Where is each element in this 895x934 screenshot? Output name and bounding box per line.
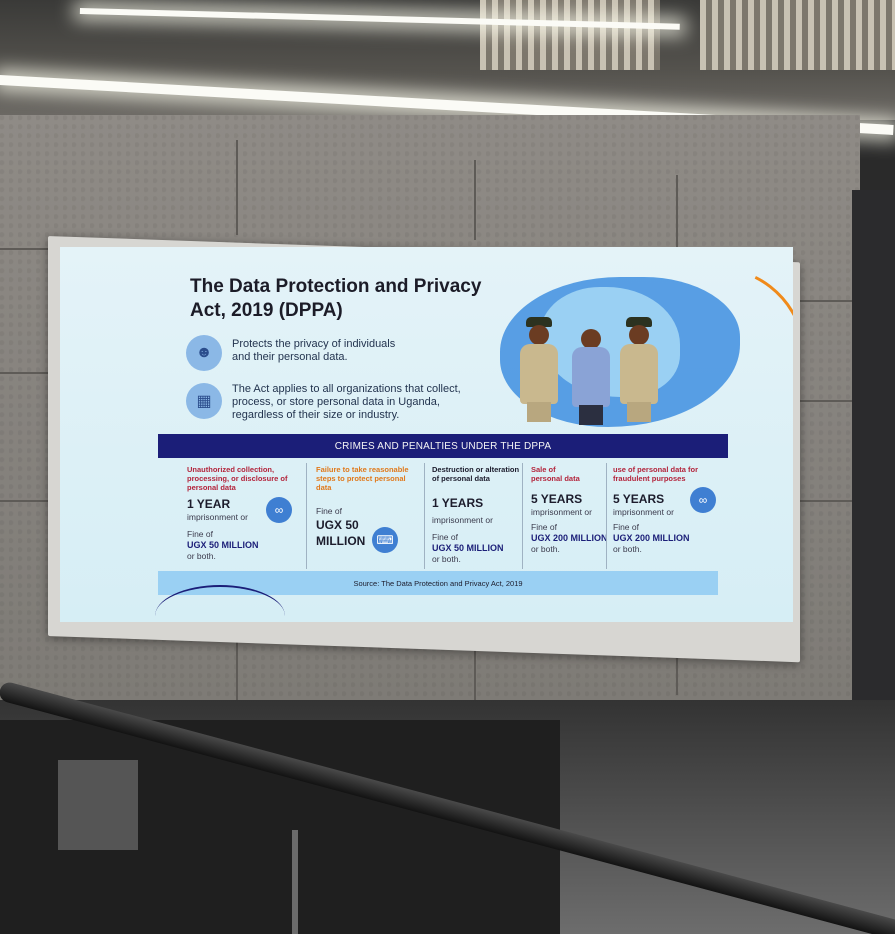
- column-divider: [306, 463, 307, 569]
- handcuffs-icon: ∞: [690, 487, 716, 513]
- ceiling-vent: [480, 0, 660, 70]
- feature-privacy-text: Protects the privacy of individuals and …: [232, 338, 396, 363]
- tile-joint: [800, 400, 852, 402]
- penalty-fine: UGX 50 MILLION: [432, 543, 504, 553]
- penalty-text: imprisonment or: [531, 507, 592, 517]
- penalty-text: Fine of: [613, 522, 639, 532]
- penalty-heading: Destruction or alteration of personal da…: [432, 465, 520, 483]
- feature-privacy: ☻ Protects the privacy of individuals an…: [186, 335, 406, 371]
- billboard-poster: The Data Protection and Privacy Act, 201…: [60, 247, 793, 622]
- penalty-column: Failure to take reasonable steps to prot…: [316, 465, 420, 549]
- penalty-text: Fine of: [432, 532, 458, 542]
- penalty-text: or both.: [432, 554, 461, 564]
- penalty-term: 5 YEARS: [531, 492, 583, 506]
- penalty-fine: UGX 50 MILLION: [316, 518, 366, 548]
- penalties-banner: CRIMES AND PENALTIES UNDER THE DPPA: [158, 434, 728, 458]
- penalty-text: Fine of: [187, 529, 213, 539]
- penalty-text: Fine of: [531, 522, 557, 532]
- penalty-heading: Sale of personal data: [531, 465, 580, 483]
- poster-title: The Data Protection and Privacy Act, 201…: [190, 276, 482, 321]
- tile-joint: [0, 500, 50, 502]
- wall-plate: [58, 760, 138, 850]
- feature-scope-text: The Act applies to all organizations tha…: [232, 383, 461, 421]
- tile-joint: [0, 372, 50, 374]
- column-divider: [522, 463, 523, 569]
- handcuffs-icon: ∞: [266, 497, 292, 523]
- tile-joint: [0, 248, 50, 250]
- tile-joint: [800, 300, 852, 302]
- penalty-text: or both.: [613, 544, 642, 554]
- building-icon: ▦: [186, 383, 222, 419]
- subway-scene: The Data Protection and Privacy Act, 201…: [0, 0, 895, 934]
- feature-scope: ▦ The Act applies to all organizations t…: [186, 383, 476, 422]
- penalty-text: Fine of: [316, 506, 342, 516]
- penalty-fine: UGX 200 MILLION: [613, 533, 690, 543]
- officer-figure: [620, 317, 660, 427]
- penalty-text: imprisonment or: [432, 515, 493, 525]
- penalty-text: or both.: [531, 544, 560, 554]
- tile-joint: [236, 140, 238, 235]
- detained-person-figure: [572, 329, 612, 429]
- officer-figure: [520, 317, 560, 427]
- penalty-fine: UGX 200 MILLION: [531, 533, 608, 543]
- penalty-text: or both.: [187, 551, 216, 561]
- person-at-computer-icon: ⌨: [372, 527, 398, 553]
- penalty-heading: Failure to take reasonable steps to prot…: [316, 465, 409, 492]
- railing-post: [292, 830, 298, 934]
- penalty-column: Sale of personal data 5 YEARS imprisonme…: [531, 465, 611, 555]
- penalty-column: Destruction or alteration of personal da…: [432, 465, 524, 565]
- tile-joint: [474, 160, 476, 240]
- column-divider: [424, 463, 425, 569]
- column-divider: [606, 463, 607, 569]
- penalty-heading: use of personal data for fraudulent purp…: [613, 465, 699, 483]
- ceiling-vent: [700, 0, 895, 70]
- penalty-term: 1 YEARS: [432, 496, 484, 510]
- person-shield-icon: ☻: [186, 335, 222, 371]
- dark-wall-panel: [852, 190, 895, 750]
- penalty-fine: UGX 50 MILLION: [187, 540, 259, 550]
- tile-joint: [800, 500, 852, 502]
- penalty-heading: Unauthorized collection, processing, or …: [187, 465, 288, 492]
